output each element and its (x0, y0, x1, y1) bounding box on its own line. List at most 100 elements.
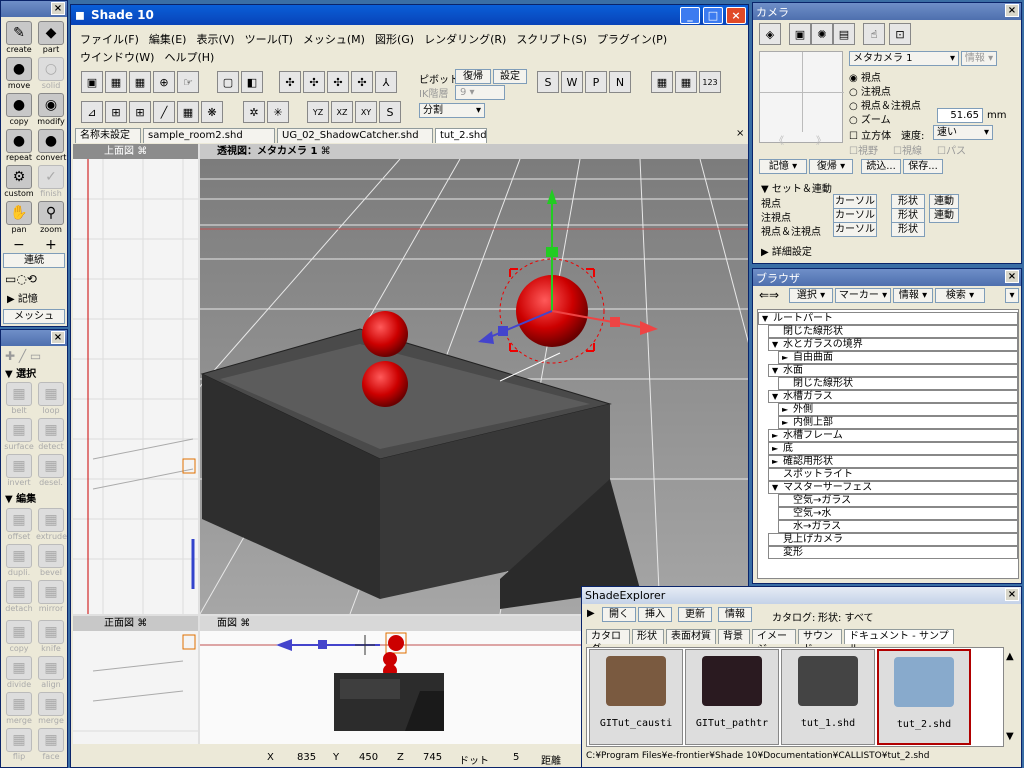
file-thumb[interactable]: tut_2.shd (877, 649, 971, 745)
mesh-tool[interactable]: ▦ merge (4, 692, 34, 726)
finish-tool[interactable]: ✓ finish (36, 165, 66, 199)
tree-node[interactable]: 空気→ガラス (778, 494, 1018, 507)
menu-item[interactable]: 表示(V) (191, 31, 239, 47)
renzoku-button[interactable]: 連続 (3, 253, 65, 268)
split-select[interactable]: 分割 ▾ (419, 103, 485, 118)
file-thumb[interactable]: tut_1.shd (781, 649, 875, 745)
shape-icon[interactable]: ⊡ (889, 23, 911, 45)
explorer-tab[interactable]: カタログ (586, 629, 630, 655)
snap-icon[interactable]: ✳ (267, 101, 289, 123)
pan-tool[interactable]: ✋ pan (4, 201, 34, 235)
p-icon[interactable]: P (585, 71, 607, 93)
link-button[interactable]: 連動 (929, 194, 959, 209)
detail-section-toggle[interactable]: ▶ 詳細設定 (761, 243, 812, 258)
mesh-tool[interactable]: ▦ detect (36, 418, 66, 452)
explorer-tab[interactable]: イメージ (752, 629, 796, 655)
tree-node[interactable]: ► 内側上部 (778, 416, 1018, 429)
tree-node[interactable]: 水→ガラス (778, 520, 1018, 533)
tree-node[interactable]: 変形 (768, 546, 1018, 559)
document-tab[interactable]: sample_room2.shd (143, 128, 275, 143)
restore-button[interactable]: 復帰 (455, 69, 491, 84)
explorer-tab[interactable]: 表面材質 (666, 629, 716, 644)
set-section-toggle[interactable]: ▼ セット＆連動 (761, 180, 832, 195)
n-icon[interactable]: N (609, 71, 631, 93)
document-tab[interactable]: 名称未設定 (75, 128, 141, 143)
mesh-icon[interactable]: ⊞ (105, 101, 127, 123)
minimize-button[interactable]: _ (680, 7, 700, 24)
camera-select[interactable]: メタカメラ 1 ▾ (849, 51, 959, 66)
mesh-icon[interactable]: ▦ (177, 101, 199, 123)
close-button[interactable]: × (726, 7, 746, 24)
s-icon[interactable]: S (379, 101, 401, 123)
mesh-tool[interactable]: ▦ mirror (36, 580, 66, 614)
select-menu[interactable]: 選択 ▾ (789, 288, 833, 303)
mesh-tool[interactable]: ▦ loop (36, 382, 66, 416)
scroll-down-icon[interactable]: ▼ (1006, 731, 1014, 742)
explorer-tab[interactable]: 背景 (718, 629, 750, 644)
close-icon[interactable]: × (1005, 270, 1019, 283)
open-button[interactable]: 開く (602, 607, 636, 622)
menu-item[interactable]: メッシュ(M) (298, 31, 370, 47)
menu-item[interactable]: ツール(T) (240, 31, 298, 47)
settings-button[interactable]: 設定 (493, 69, 527, 84)
tree-node[interactable]: ► 外側 (778, 403, 1018, 416)
snap-icon[interactable]: ✲ (243, 101, 265, 123)
menu-item[interactable]: ヘルプ(H) (159, 49, 219, 65)
solid-tool[interactable]: ○ solid (36, 57, 66, 91)
memory-button[interactable]: 記憶 ▾ (759, 159, 807, 174)
shape-button[interactable]: 形状 (891, 222, 925, 237)
doc-icon[interactable]: ▤ (833, 23, 855, 45)
tree-node[interactable]: 閉じた線形状 (778, 377, 1018, 390)
mesh-tool[interactable]: ▦ surface (4, 418, 34, 452)
grid-icon[interactable]: ▦ (129, 71, 151, 93)
close-icon[interactable]: × (51, 2, 65, 15)
link-button[interactable]: 連動 (929, 208, 959, 223)
camera-radio[interactable]: ○ 視点＆注視点 (849, 97, 921, 112)
tree-node[interactable]: ► 自由曲面 (778, 351, 1018, 364)
tabs-close-icon[interactable]: × (736, 128, 744, 139)
front-viewport[interactable]: 正面図 ⌘ (73, 616, 198, 744)
mesh-icon[interactable]: ╱ (153, 101, 175, 123)
mesh-tool[interactable]: ▦ dupli. (4, 544, 34, 578)
sym-icon[interactable]: S (537, 71, 559, 93)
file-thumb[interactable]: GITut_pathtr (685, 649, 779, 745)
menu-item[interactable]: レンダリング(R) (419, 31, 511, 47)
ik-select[interactable]: 9 ▾ (455, 85, 505, 100)
play-icon[interactable]: ▶ (587, 608, 595, 619)
tree-node[interactable]: 空気→水 (778, 507, 1018, 520)
solid-checkbox[interactable]: ☐ 立方体 (849, 127, 891, 142)
menu-item[interactable]: ウインドウ(W) (75, 49, 159, 65)
menu-item[interactable]: プラグイン(P) (592, 31, 672, 47)
mesh-tool[interactable]: ▦ face (36, 728, 66, 762)
browser-options[interactable]: ▾ (1005, 288, 1019, 303)
mesh-tool[interactable]: ▦ knife (36, 620, 66, 654)
convert-tool[interactable]: ● convert (36, 129, 66, 163)
xz-icon[interactable]: XZ (331, 101, 353, 123)
axis-icon[interactable]: ✣ (303, 71, 325, 93)
document-tab[interactable]: tut_2.shd (435, 128, 487, 143)
camera-check[interactable]: ☐パス (937, 142, 966, 157)
cursor-button[interactable]: カーソル (833, 194, 877, 209)
repeat-tool[interactable]: ● repeat (4, 129, 34, 163)
copy-tool[interactable]: ● copy (4, 93, 34, 127)
zoom-tool[interactable]: ⚲ zoom (36, 201, 66, 235)
close-icon[interactable]: × (51, 331, 65, 344)
table-icon[interactable]: ▦ (675, 71, 697, 93)
mesh-tool[interactable]: ▦ extrude (36, 508, 67, 542)
marker-menu[interactable]: マーカー ▾ (835, 288, 891, 303)
axis-icon[interactable]: ✣ (279, 71, 301, 93)
cursor-button[interactable]: カーソル (833, 208, 877, 223)
shape-icon[interactable]: ◧ (241, 71, 263, 93)
zoom-minus-icon[interactable]: − (13, 237, 25, 253)
wire-toggle-icon[interactable]: W (561, 71, 583, 93)
restore-button[interactable]: 復帰 ▾ (809, 159, 853, 174)
custom-tool[interactable]: ⚙ custom (4, 165, 34, 199)
mesh-tool[interactable]: ▦ copy (4, 620, 34, 654)
tree-node[interactable]: ► 水槽フレーム (768, 429, 1018, 442)
shape-icon[interactable]: ▢ (217, 71, 239, 93)
camera-control-pad[interactable]: 《 》 (759, 51, 844, 147)
speed-select[interactable]: 速い ▾ (933, 125, 993, 140)
camera-check[interactable]: ☐視野 (849, 142, 878, 157)
tree-node[interactable]: ► 確認用形状 (768, 455, 1018, 468)
menu-item[interactable]: 図形(G) (370, 31, 419, 47)
